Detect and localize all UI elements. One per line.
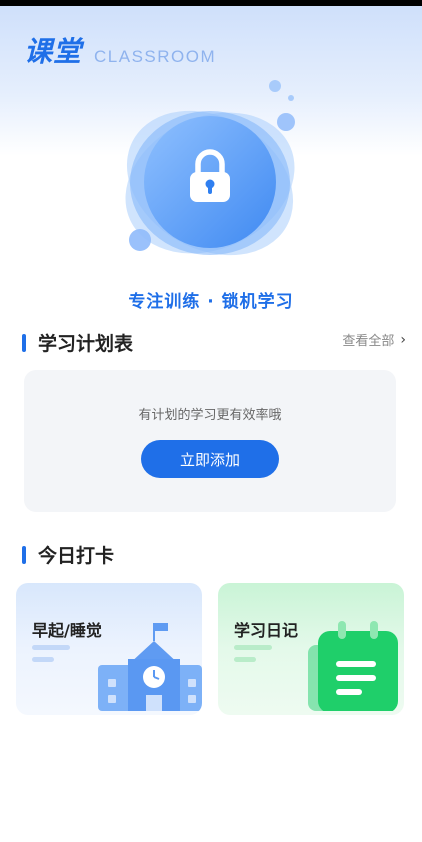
plan-empty-hint: 有计划的学习更有效率哦	[138, 408, 282, 423]
section-accent-bar	[22, 545, 26, 564]
school-clock-icon	[98, 619, 202, 715]
title-cn: 课堂	[24, 35, 83, 68]
focus-lock-button[interactable]	[110, 78, 310, 278]
card-decor-lines	[32, 645, 70, 662]
checkin-card-study-diary[interactable]: 学习日记	[218, 583, 404, 715]
checkin-card-wake-sleep[interactable]: 早起/睡觉	[16, 583, 202, 715]
checkin-section-header: 今日打卡	[22, 541, 114, 568]
card-decor-lines	[234, 645, 272, 662]
card-label: 学习日记	[234, 621, 299, 640]
title-en: CLASSROOM	[94, 47, 217, 66]
view-all-link[interactable]: 查看全部 ›	[342, 330, 406, 350]
plan-section-header: 学习计划表	[22, 329, 133, 356]
chevron-right-icon: ›	[400, 331, 406, 348]
view-all-label: 查看全部	[342, 334, 395, 349]
section-accent-bar	[22, 333, 26, 352]
plan-section-title: 学习计划表	[38, 333, 134, 355]
add-plan-button[interactable]: 立即添加	[141, 440, 279, 478]
card-label: 早起/睡觉	[32, 621, 102, 640]
hero-tagline: 专注训练 · 锁机学习	[128, 292, 294, 312]
plan-empty-card: 有计划的学习更有效率哦 立即添加	[24, 370, 396, 512]
notebook-icon	[308, 619, 404, 715]
checkin-section-title: 今日打卡	[38, 545, 115, 567]
page-title: 课堂 CLASSROOM	[24, 30, 216, 70]
